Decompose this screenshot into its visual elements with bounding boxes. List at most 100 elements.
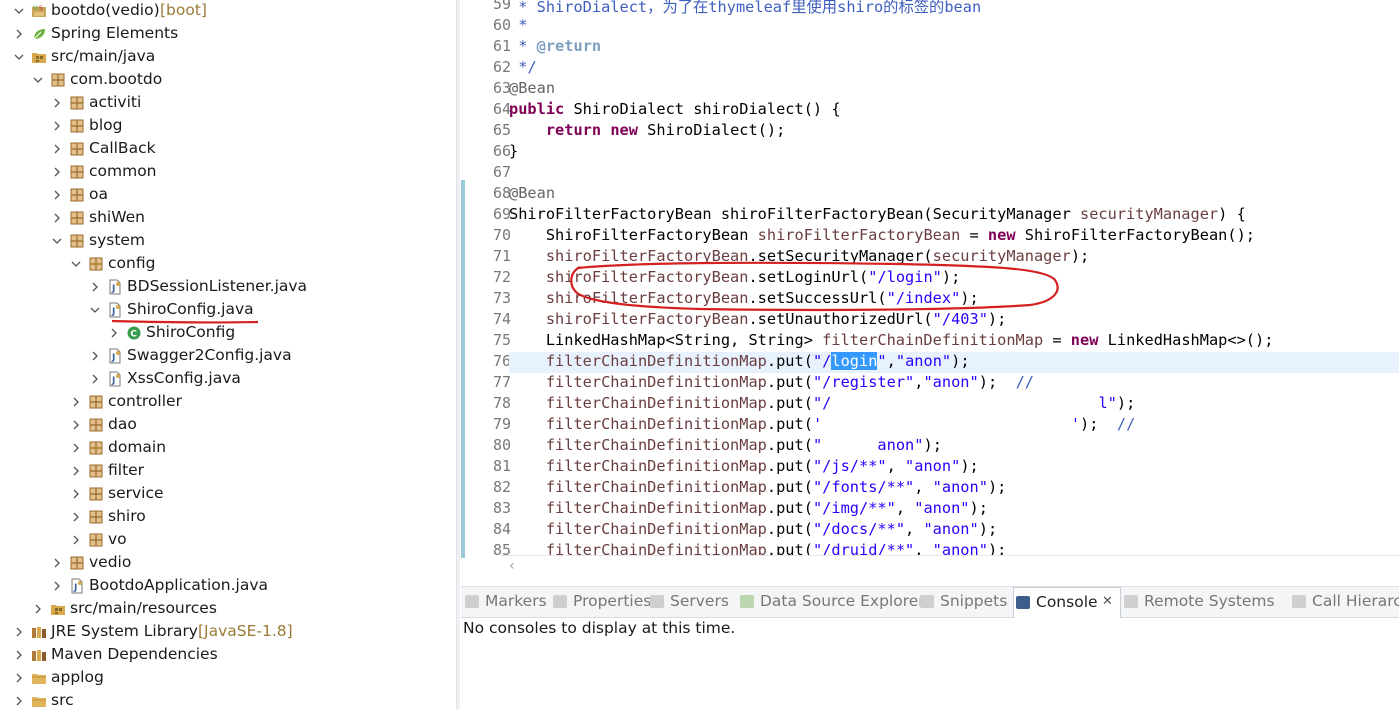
tree-item[interactable]: vedio: [0, 552, 456, 575]
tree-item[interactable]: CallBack: [0, 138, 456, 161]
panel-splitter[interactable]: [456, 0, 460, 709]
tree-item[interactable]: shiWen: [0, 207, 456, 230]
horizontal-scrollbar[interactable]: ‹: [501, 555, 1399, 578]
code-line[interactable]: LinkedHashMap<String, String> filterChai…: [509, 331, 1399, 352]
chevron-right-icon[interactable]: [69, 487, 83, 501]
chevron-right-icon[interactable]: [50, 165, 64, 179]
tree-item[interactable]: src: [0, 690, 456, 709]
tab-call-hierarchy[interactable]: Call Hierarchy: [1290, 587, 1399, 617]
chevron-right-icon[interactable]: [50, 142, 64, 156]
tree-item[interactable]: applog: [0, 667, 456, 690]
tree-item[interactable]: Spring Elements: [0, 23, 456, 46]
code-line[interactable]: filterChainDefinitionMap.put("/docs/**",…: [509, 520, 1399, 541]
chevron-right-icon[interactable]: [12, 648, 26, 662]
chevron-down-icon[interactable]: [88, 303, 102, 317]
tree-item[interactable]: dao: [0, 414, 456, 437]
chevron-right-icon[interactable]: [107, 326, 121, 340]
chevron-down-icon[interactable]: [50, 234, 64, 248]
chevron-down-icon[interactable]: [31, 73, 45, 87]
chevron-right-icon[interactable]: [50, 579, 64, 593]
chevron-right-icon[interactable]: [88, 349, 102, 363]
code-line[interactable]: filterChainDefinitionMap.put("/ l");: [509, 394, 1399, 415]
tree-item[interactable]: JRE System Library [JavaSE-1.8]: [0, 621, 456, 644]
current-code-line[interactable]: filterChainDefinitionMap.put("/login","a…: [509, 352, 1399, 373]
chevron-right-icon[interactable]: [31, 602, 45, 616]
code-line[interactable]: shiroFilterFactoryBean.setSecurityManage…: [509, 247, 1399, 268]
tab-servers[interactable]: Servers: [648, 587, 734, 617]
tree-item[interactable]: Maven Dependencies: [0, 644, 456, 667]
code-line[interactable]: }: [509, 142, 1399, 163]
chevron-right-icon[interactable]: [69, 533, 83, 547]
tree-item[interactable]: config: [0, 253, 456, 276]
tree-item[interactable]: oa: [0, 184, 456, 207]
tree-item[interactable]: activiti: [0, 92, 456, 115]
code-line[interactable]: filterChainDefinitionMap.put("/fonts/**"…: [509, 478, 1399, 499]
chevron-right-icon[interactable]: [12, 27, 26, 41]
tree-item[interactable]: J XssConfig.java: [0, 368, 456, 391]
code-editor[interactable]: 59 60 61 62 63 64 65 66 67 68 69 70 71 72 73 74 75 76 77 78…: [461, 0, 1399, 580]
tab-data-source-explorer[interactable]: Data Source Explorer: [738, 587, 925, 617]
chevron-right-icon[interactable]: [50, 188, 64, 202]
code-line[interactable]: ShiroFilterFactoryBean shiroFilterFactor…: [509, 205, 1399, 226]
chevron-down-icon[interactable]: [12, 50, 26, 64]
chevron-right-icon[interactable]: [12, 625, 26, 639]
code-line[interactable]: * @return: [509, 37, 1399, 58]
chevron-right-icon[interactable]: [50, 556, 64, 570]
chevron-right-icon[interactable]: [50, 211, 64, 225]
chevron-right-icon[interactable]: [69, 395, 83, 409]
tree-item[interactable]: J BDSessionListener.java: [0, 276, 456, 299]
tree-item[interactable]: filter: [0, 460, 456, 483]
chevron-right-icon[interactable]: [88, 372, 102, 386]
code-line[interactable]: shiroFilterFactoryBean.setUnauthorizedUr…: [509, 310, 1399, 331]
chevron-down-icon[interactable]: [12, 4, 26, 18]
code-line[interactable]: shiroFilterFactoryBean.setSuccessUrl("/i…: [509, 289, 1399, 310]
chevron-right-icon[interactable]: [50, 96, 64, 110]
chevron-right-icon[interactable]: [88, 280, 102, 294]
code-line[interactable]: filterChainDefinitionMap.put(" anon");: [509, 436, 1399, 457]
tab-console[interactable]: Console ✕: [1013, 587, 1121, 618]
tab-remote-systems[interactable]: Remote Systems: [1122, 587, 1286, 617]
tree-item[interactable]: common: [0, 161, 456, 184]
code-line[interactable]: ShiroFilterFactoryBean shiroFilterFactor…: [509, 226, 1399, 247]
tree-item[interactable]: com.bootdo: [0, 69, 456, 92]
code-line[interactable]: [509, 163, 1399, 184]
tree-item[interactable]: controller: [0, 391, 456, 414]
tree-item[interactable]: blog: [0, 115, 456, 138]
scroll-left-icon[interactable]: ‹: [509, 558, 515, 574]
tree-item[interactable]: src/main/java: [0, 46, 456, 69]
code-line[interactable]: *: [509, 16, 1399, 37]
tree-item[interactable]: J Swagger2Config.java: [0, 345, 456, 368]
chevron-right-icon[interactable]: [69, 441, 83, 455]
code-line[interactable]: filterChainDefinitionMap.put("/js/**", "…: [509, 457, 1399, 478]
code-line[interactable]: return new ShiroDialect();: [509, 121, 1399, 142]
tree-item[interactable]: service: [0, 483, 456, 506]
chevron-right-icon[interactable]: [69, 464, 83, 478]
code-line[interactable]: public ShiroDialect shiroDialect() {: [509, 100, 1399, 121]
code-line[interactable]: filterChainDefinitionMap.put("/register"…: [509, 373, 1399, 394]
code-line[interactable]: @Bean: [509, 79, 1399, 100]
tree-item[interactable]: J BootdoApplication.java: [0, 575, 456, 598]
tab-properties[interactable]: Properties: [551, 587, 651, 617]
chevron-down-icon[interactable]: [69, 257, 83, 271]
chevron-right-icon[interactable]: [69, 418, 83, 432]
tree-item[interactable]: system: [0, 230, 456, 253]
code-line[interactable]: filterChainDefinitionMap.put("/img/**", …: [509, 499, 1399, 520]
chevron-right-icon[interactable]: [12, 671, 26, 685]
close-icon[interactable]: ✕: [1102, 594, 1113, 609]
tree-item[interactable]: C ShiroConfig: [0, 322, 456, 345]
tree-item[interactable]: domain: [0, 437, 456, 460]
tab-markers[interactable]: Markers: [463, 587, 549, 617]
tree-item[interactable]: src/main/resources: [0, 598, 456, 621]
tree-item[interactable]: vo: [0, 529, 456, 552]
code-line[interactable]: shiroFilterFactoryBean.setLoginUrl("/log…: [509, 268, 1399, 289]
tree-item[interactable]: M Sbootdo(vedio) [boot]: [0, 0, 456, 23]
chevron-right-icon[interactable]: [50, 119, 64, 133]
code-line[interactable]: */: [509, 58, 1399, 79]
tree-item[interactable]: shiro: [0, 506, 456, 529]
tab-snippets[interactable]: Snippets: [918, 587, 1011, 617]
code-line[interactable]: filterChainDefinitionMap.put(' '); //: [509, 415, 1399, 436]
chevron-right-icon[interactable]: [12, 694, 26, 708]
code-line[interactable]: @Bean: [509, 184, 1399, 205]
tree-item[interactable]: J ShiroConfig.java: [0, 299, 456, 322]
code-line[interactable]: * ShiroDialect，为了在thymeleaf里使用shiro的标签的b…: [509, 0, 1399, 16]
